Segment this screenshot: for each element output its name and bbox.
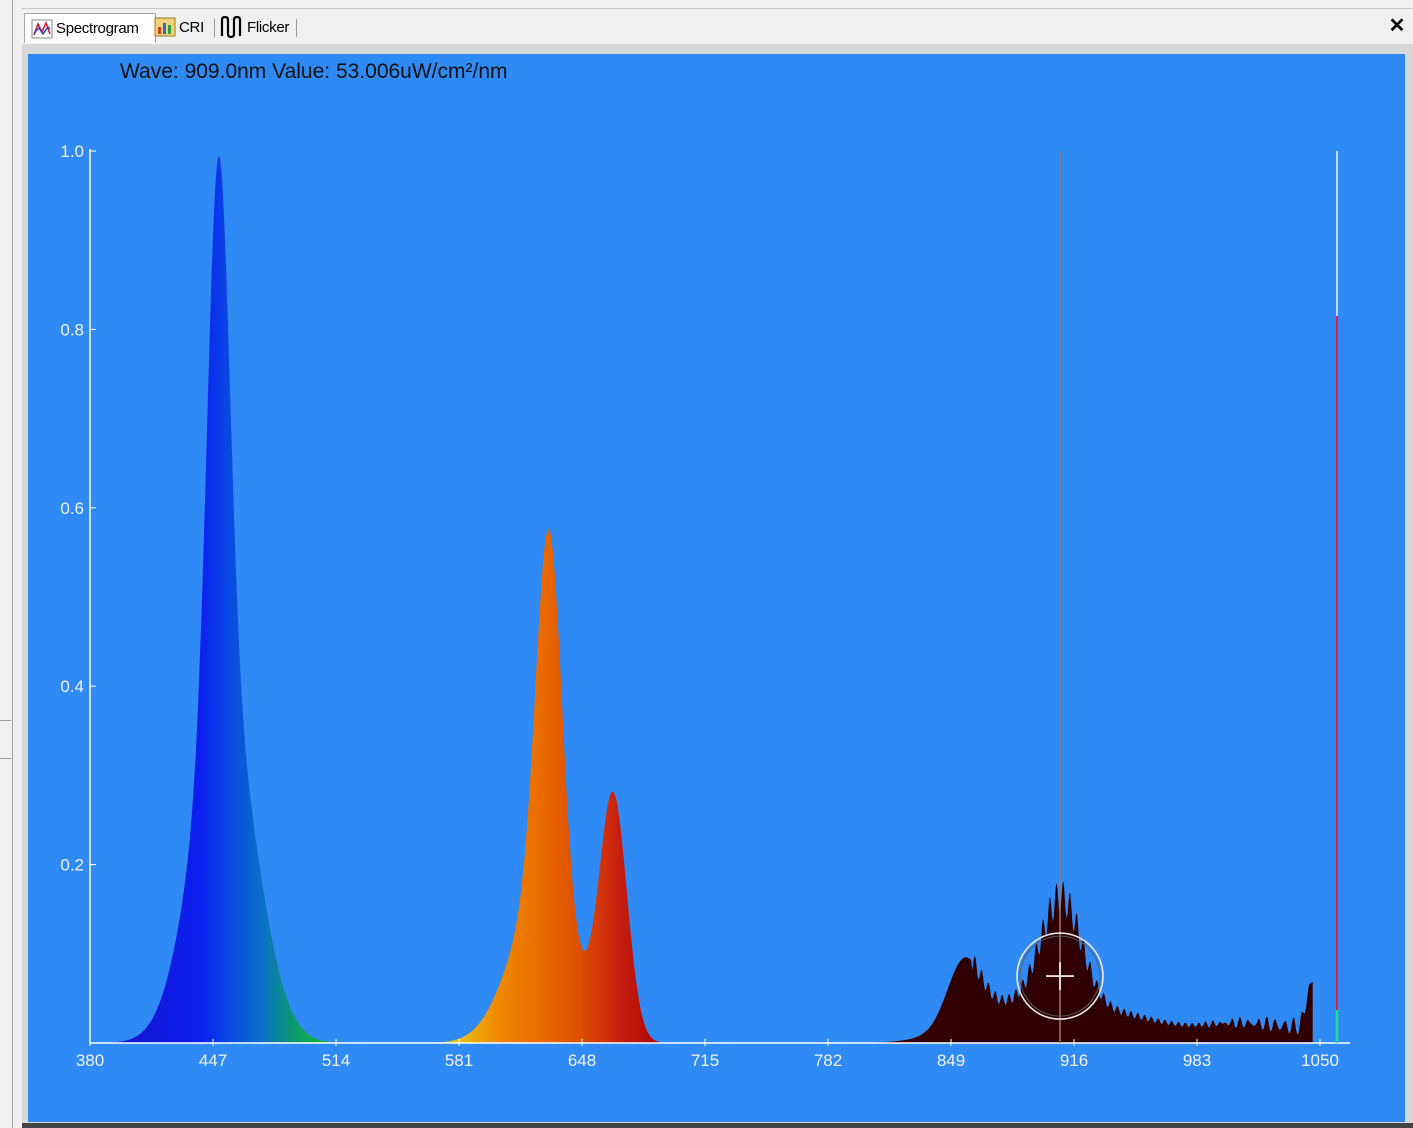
- y-tick-label: 0.2: [60, 856, 84, 875]
- y-tick-label: 0.6: [60, 499, 84, 518]
- x-tick-label: 983: [1183, 1051, 1211, 1070]
- x-tick-label: 648: [568, 1051, 596, 1070]
- x-tick-label: 380: [76, 1051, 104, 1070]
- x-tick-label: 782: [814, 1051, 842, 1070]
- x-tick-label: 581: [445, 1051, 473, 1070]
- cursor-layer: [1016, 151, 1104, 1043]
- spectrum-layer: [90, 156, 1313, 1043]
- x-tick-label: 514: [322, 1051, 350, 1070]
- y-tick-label: 0.4: [60, 677, 84, 696]
- window-bottom-edge: [22, 1123, 1413, 1128]
- x-tick-label: 916: [1060, 1051, 1088, 1070]
- x-tick-label: 715: [691, 1051, 719, 1070]
- x-tick-label: 1050: [1301, 1051, 1339, 1070]
- x-tick-label: 849: [937, 1051, 965, 1070]
- x-tick-label: 447: [199, 1051, 227, 1070]
- spectrum-area: [90, 156, 1313, 1043]
- spectrum-chart[interactable]: 380 447 514 581 648 715 782 849 916 983 1050 0.2 0.4…: [0, 0, 1413, 1128]
- y-tick-label: 1.0: [60, 142, 84, 161]
- y-tick-label: 0.8: [60, 320, 84, 339]
